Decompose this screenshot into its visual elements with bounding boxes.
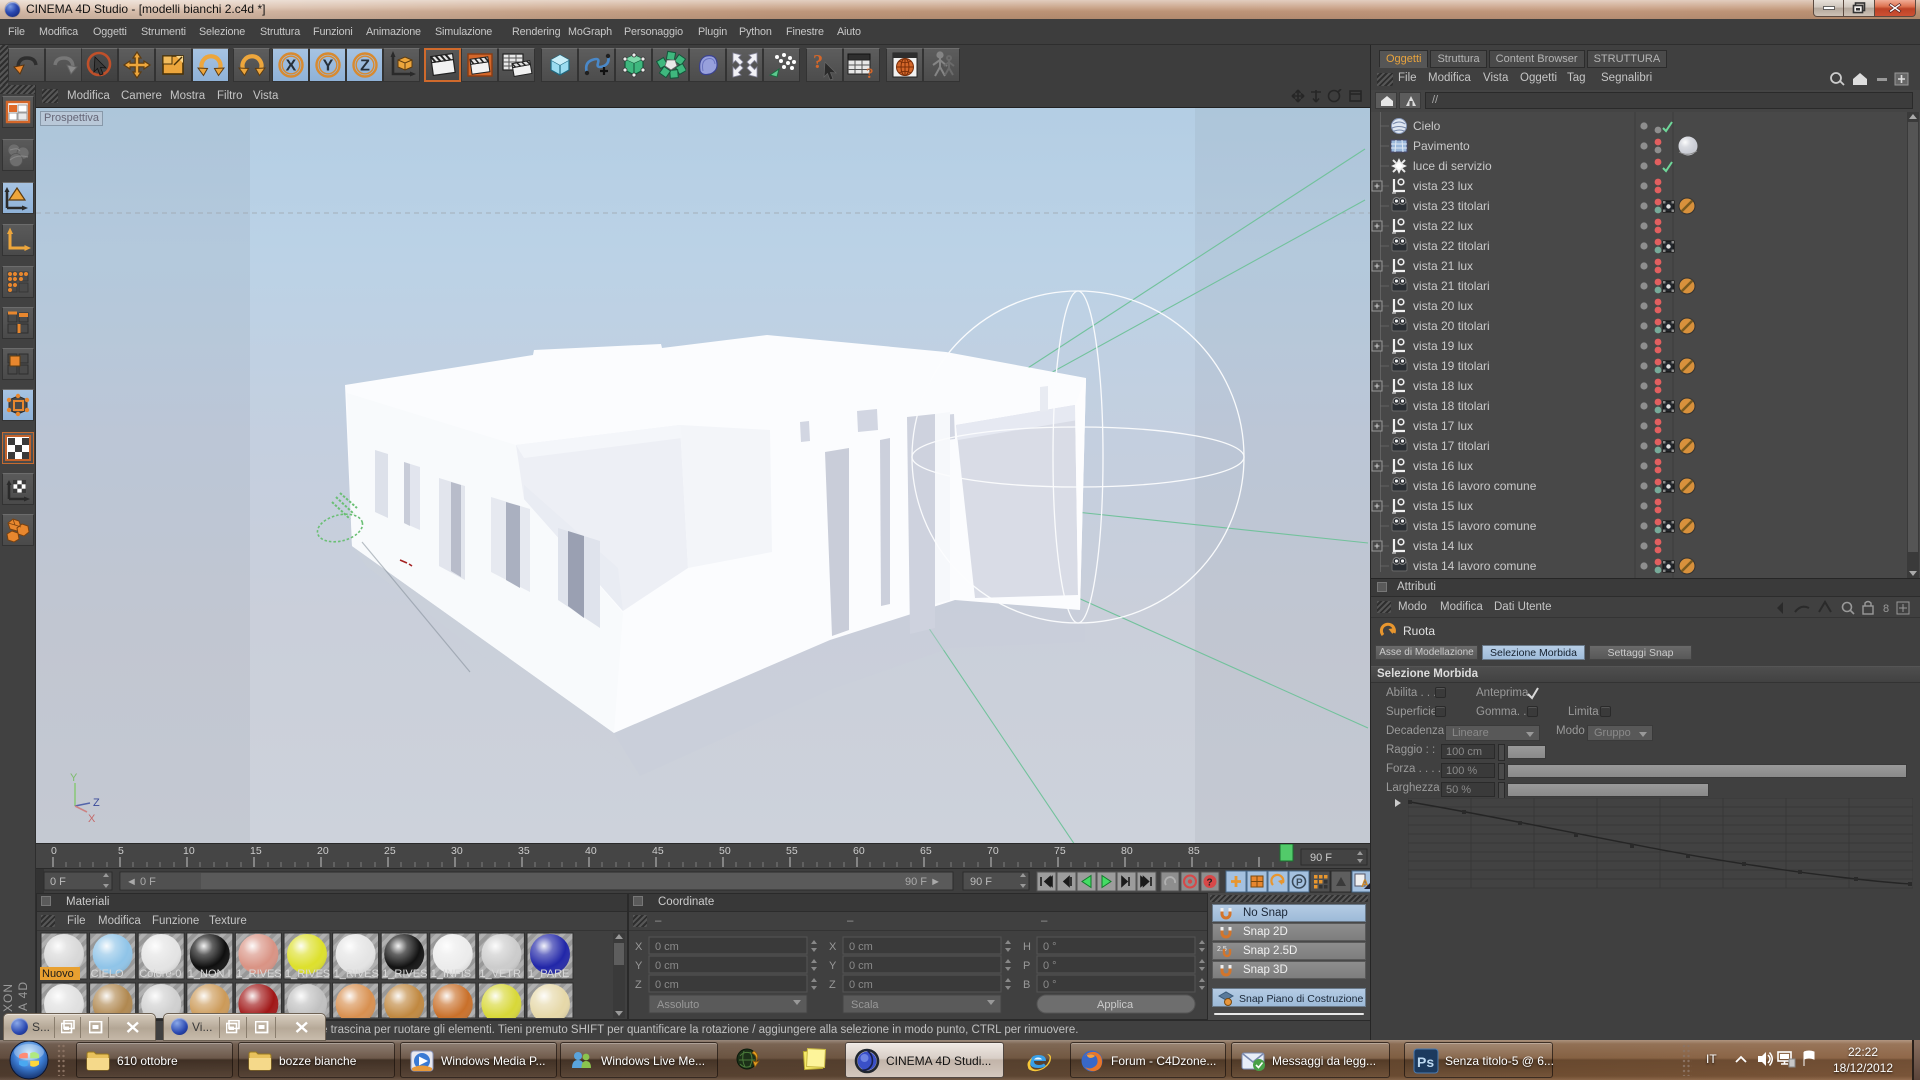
svg-text:1_RIVES: 1_RIVES bbox=[334, 968, 379, 980]
svg-text:1_RIVES: 1_RIVES bbox=[236, 968, 281, 980]
svg-text:X: X bbox=[829, 941, 837, 953]
svg-text:vista 21 titolari: vista 21 titolari bbox=[1413, 279, 1490, 293]
svg-text:vista 23 lux: vista 23 lux bbox=[1413, 179, 1473, 193]
svg-text:1_RIVES: 1_RIVES bbox=[382, 968, 427, 980]
svg-text:X: X bbox=[88, 813, 96, 825]
svg-text:90 F: 90 F bbox=[970, 876, 992, 888]
svg-text:45: 45 bbox=[652, 845, 664, 857]
svg-text:vista 19 titolari: vista 19 titolari bbox=[1413, 359, 1490, 373]
svg-text:8: 8 bbox=[1883, 603, 1889, 615]
svg-text:P: P bbox=[1023, 960, 1030, 972]
svg-text:65: 65 bbox=[920, 845, 932, 857]
svg-text:vista 22 titolari: vista 22 titolari bbox=[1413, 239, 1490, 253]
svg-text:5: 5 bbox=[118, 845, 124, 857]
svg-text:Y: Y bbox=[829, 960, 837, 972]
svg-text:?: ? bbox=[866, 66, 874, 79]
svg-text:Pavimento: Pavimento bbox=[1413, 139, 1470, 153]
svg-text:CIELO: CIELO bbox=[91, 968, 124, 980]
svg-text:60: 60 bbox=[853, 845, 865, 857]
svg-text:vista 21 lux: vista 21 lux bbox=[1413, 259, 1473, 273]
svg-text:90 F: 90 F bbox=[1310, 852, 1332, 864]
svg-text:Colore-0: Colore-0 bbox=[139, 968, 181, 980]
svg-text:luce di servizio: luce di servizio bbox=[1413, 159, 1492, 173]
svg-text:B: B bbox=[1023, 979, 1030, 991]
svg-text:X: X bbox=[285, 58, 296, 75]
svg-text:1_VETR: 1_VETR bbox=[479, 968, 521, 980]
svg-text:Applica: Applica bbox=[1097, 999, 1134, 1011]
svg-text:35: 35 bbox=[518, 845, 530, 857]
svg-text:H: H bbox=[1023, 941, 1031, 953]
svg-text:0: 0 bbox=[51, 845, 57, 857]
svg-text:Z: Z bbox=[93, 797, 100, 809]
svg-text:0 cm: 0 cm bbox=[849, 960, 873, 972]
svg-text:0 °: 0 ° bbox=[1043, 960, 1057, 972]
svg-text:15: 15 bbox=[250, 845, 262, 857]
svg-text:1_NON I: 1_NON I bbox=[188, 968, 231, 980]
svg-text:70: 70 bbox=[987, 845, 999, 857]
svg-text:1_INFIS: 1_INFIS bbox=[431, 968, 471, 980]
svg-text:55: 55 bbox=[786, 845, 798, 857]
svg-text:Z: Z bbox=[829, 979, 836, 991]
svg-text:85: 85 bbox=[1188, 845, 1200, 857]
svg-text:0 F: 0 F bbox=[50, 876, 66, 888]
svg-text:vista 16 lavoro comune: vista 16 lavoro comune bbox=[1413, 479, 1537, 493]
svg-text:vista 14 lavoro comune: vista 14 lavoro comune bbox=[1413, 559, 1537, 573]
svg-text:X: X bbox=[635, 941, 643, 953]
svg-text:80: 80 bbox=[1121, 845, 1133, 857]
svg-text:Scala: Scala bbox=[851, 999, 879, 1011]
svg-text:vista 15 lavoro comune: vista 15 lavoro comune bbox=[1413, 519, 1537, 533]
svg-text:Z: Z bbox=[635, 979, 642, 991]
svg-text:Cielo: Cielo bbox=[1413, 119, 1441, 133]
svg-text:vista 14 lux: vista 14 lux bbox=[1413, 539, 1473, 553]
svg-text:1_PARE: 1_PARE bbox=[528, 968, 569, 980]
svg-text:vista 22 lux: vista 22 lux bbox=[1413, 219, 1473, 233]
svg-text:Assoluto: Assoluto bbox=[657, 999, 699, 1011]
svg-text:P: P bbox=[1296, 878, 1303, 889]
svg-text:0 cm: 0 cm bbox=[849, 941, 873, 953]
svg-text:25: 25 bbox=[384, 845, 396, 857]
svg-text:vista 15 lux: vista 15 lux bbox=[1413, 499, 1473, 513]
svg-text:75: 75 bbox=[1054, 845, 1066, 857]
svg-text:0 °: 0 ° bbox=[1043, 941, 1057, 953]
svg-text:0 cm: 0 cm bbox=[655, 960, 679, 972]
svg-text:30: 30 bbox=[451, 845, 463, 857]
svg-text:vista 16 lux: vista 16 lux bbox=[1413, 459, 1473, 473]
svg-text:10: 10 bbox=[183, 845, 195, 857]
svg-text:vista 19 lux: vista 19 lux bbox=[1413, 339, 1473, 353]
svg-text:Ps: Ps bbox=[1417, 1054, 1434, 1070]
svg-text:vista 23 titolari: vista 23 titolari bbox=[1413, 199, 1490, 213]
svg-text:Z: Z bbox=[360, 58, 370, 75]
svg-text:vista 17 lux: vista 17 lux bbox=[1413, 419, 1473, 433]
svg-text:vista 17 titolari: vista 17 titolari bbox=[1413, 439, 1490, 453]
svg-text:1_RIVES: 1_RIVES bbox=[285, 968, 330, 980]
svg-text:?: ? bbox=[813, 51, 823, 73]
svg-text:Y: Y bbox=[635, 960, 643, 972]
svg-text:0 °: 0 ° bbox=[1043, 979, 1057, 991]
svg-text:2.5: 2.5 bbox=[1217, 946, 1227, 953]
svg-text:vista 20 lux: vista 20 lux bbox=[1413, 299, 1473, 313]
svg-text:Y: Y bbox=[70, 772, 78, 784]
svg-text:?: ? bbox=[1207, 878, 1213, 889]
svg-text:vista 18 titolari: vista 18 titolari bbox=[1413, 399, 1490, 413]
svg-text:◄ 0 F: ◄ 0 F bbox=[126, 876, 156, 888]
svg-text:0 cm: 0 cm bbox=[849, 979, 873, 991]
svg-text:Nuovo: Nuovo bbox=[42, 968, 74, 980]
svg-text:vista 20 titolari: vista 20 titolari bbox=[1413, 319, 1490, 333]
svg-text:50: 50 bbox=[719, 845, 731, 857]
svg-text:0 cm: 0 cm bbox=[655, 979, 679, 991]
svg-text:Y: Y bbox=[322, 58, 333, 75]
svg-text:20: 20 bbox=[317, 845, 329, 857]
svg-text:90 F ►: 90 F ► bbox=[905, 876, 941, 888]
svg-text:40: 40 bbox=[585, 845, 597, 857]
svg-text:vista 18 lux: vista 18 lux bbox=[1413, 379, 1473, 393]
svg-text:0 cm: 0 cm bbox=[655, 941, 679, 953]
